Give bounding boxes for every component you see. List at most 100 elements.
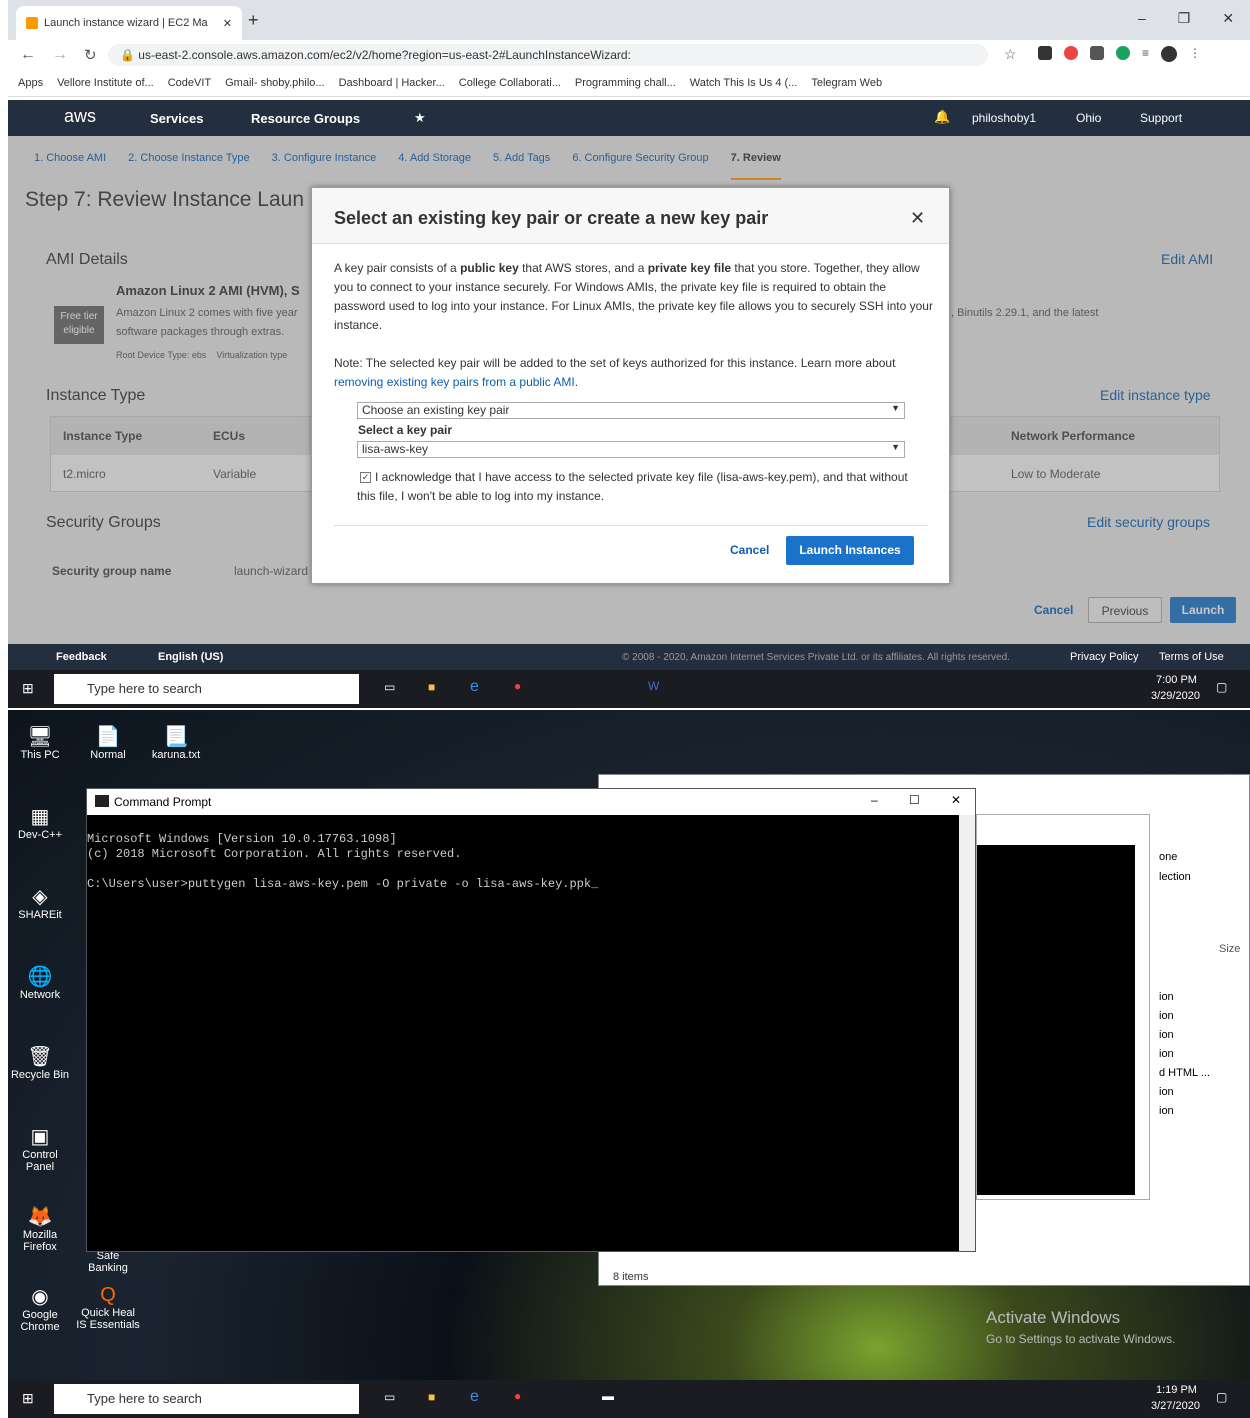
menu-icon[interactable]: ⋮ <box>1189 46 1201 62</box>
dialog-divider <box>334 525 928 526</box>
back-icon[interactable]: ← <box>20 46 36 64</box>
reading-list-icon[interactable]: ≡ <box>1142 46 1149 62</box>
desktop-icon-normal[interactable]: 📄 Normal <box>76 724 140 761</box>
explorer-list-item[interactable]: ion <box>1159 1086 1174 1098</box>
explorer-side-item[interactable]: one <box>1159 851 1177 863</box>
reload-icon[interactable]: ↻ <box>84 46 97 64</box>
cmd-minimize-icon[interactable]: – <box>871 793 878 807</box>
support-menu[interactable]: Support <box>1140 111 1182 125</box>
bookmark-watch[interactable]: Watch This Is Us 4 (... <box>690 77 798 89</box>
address-bar[interactable]: 🔒 us-east-2.console.aws.amazon.com/ec2/v… <box>108 44 988 66</box>
windows-start-icon[interactable]: ⊞ <box>22 680 34 697</box>
notification-icon[interactable]: ▢ <box>1216 1390 1227 1404</box>
file-explorer-icon[interactable]: ■ <box>428 1390 435 1404</box>
extension-s-icon[interactable] <box>1038 46 1052 60</box>
normal-label: Normal <box>90 749 126 761</box>
region-menu[interactable]: Ohio <box>1076 111 1101 125</box>
bookmark-star-icon[interactable]: ☆ <box>1004 46 1017 63</box>
desktop-icon-safe-banking[interactable]: Safe Banking <box>76 1250 140 1274</box>
edge-icon[interactable]: e <box>470 1388 479 1406</box>
desktop-icon-network[interactable]: 🌐 Network <box>8 964 72 1001</box>
dialog-cancel-button[interactable]: Cancel <box>730 543 769 557</box>
privacy-link[interactable]: Privacy Policy <box>1070 651 1138 663</box>
new-tab-button[interactable]: + <box>248 10 259 31</box>
note-link[interactable]: removing existing key pairs from a publi… <box>334 375 575 389</box>
shareit-icon: ◈ <box>32 886 48 908</box>
desktop-icon-firefox[interactable]: 🦊 Mozilla Firefox <box>8 1204 72 1253</box>
bookmark-gmail[interactable]: Gmail- shoby.philo... <box>225 77 324 89</box>
desktop-icon-devcpp[interactable]: ▦ Dev-C++ <box>8 804 72 841</box>
clock-time: 7:00 PM <box>1156 674 1197 686</box>
explorer-list-item[interactable]: ion <box>1159 991 1174 1003</box>
devcpp-label: Dev-C++ <box>17 829 63 841</box>
explorer-list-item[interactable]: ion <box>1159 1048 1174 1060</box>
taskbar-search[interactable]: Type here to search <box>54 674 359 704</box>
close-dialog-icon[interactable]: ✕ <box>910 208 925 229</box>
desktop-icon-control-panel[interactable]: ▣ Control Panel <box>8 1124 72 1173</box>
bell-icon[interactable]: 🔔 <box>934 109 950 125</box>
task-view-icon[interactable]: ▭ <box>384 1390 395 1404</box>
document-icon: 📄 <box>95 726 121 748</box>
desc-private-key: private key file <box>647 261 732 275</box>
taskbar-search[interactable]: Type here to search <box>54 1384 359 1414</box>
bookmark-telegram[interactable]: Telegram Web <box>811 77 882 89</box>
file-explorer-icon[interactable]: ■ <box>428 680 435 694</box>
pin-icon[interactable]: ★ <box>414 110 426 126</box>
launch-instances-button[interactable]: Launch Instances <box>786 536 914 565</box>
bookmark-vit[interactable]: Vellore Institute of... <box>57 77 154 89</box>
language-link[interactable]: English (US) <box>158 651 223 663</box>
text-file-icon: 📃 <box>163 726 189 748</box>
cmd-titlebar: Command Prompt – ☐ ✕ <box>87 789 975 815</box>
task-view-icon[interactable]: ▭ <box>384 680 395 694</box>
explorer-side-item[interactable]: lection <box>1159 871 1191 883</box>
recycle-bin-label: Recycle Bin <box>10 1069 70 1081</box>
bookmark-programming[interactable]: Programming chall... <box>575 77 676 89</box>
desktop-icon-chrome[interactable]: ◉ Google Chrome <box>8 1284 72 1333</box>
close-icon[interactable]: ✕ <box>1222 10 1234 27</box>
cmd-line: Microsoft Windows [Version 10.0.17763.10… <box>87 832 397 846</box>
profile-icon[interactable] <box>1161 46 1178 62</box>
explorer-list-item[interactable]: ion <box>1159 1105 1174 1117</box>
explorer-list-item[interactable]: d HTML ... <box>1159 1067 1210 1079</box>
notification-icon[interactable]: ▢ <box>1216 680 1227 694</box>
feedback-link[interactable]: Feedback <box>56 651 107 663</box>
desktop-screenshot: 🖥 This PC 📄 Normal 📃 karuna.txt ▦ Dev-C++ ◈ S… <box>8 710 1250 1418</box>
minimize-icon[interactable]: – <box>1138 10 1146 27</box>
forward-icon[interactable]: → <box>52 46 68 64</box>
cmd-output[interactable]: Microsoft Windows [Version 10.0.17763.10… <box>87 815 957 1251</box>
close-tab-icon[interactable]: ✕ <box>223 17 232 30</box>
key-pair-mode-select[interactable]: Choose an existing key pair ▼ <box>357 402 905 419</box>
extension-green-icon[interactable] <box>1116 46 1130 60</box>
bookmark-college[interactable]: College Collaborati... <box>459 77 561 89</box>
desktop-icon-shareit[interactable]: ◈ SHAREit <box>8 884 72 921</box>
desktop-icon-quickheal[interactable]: Q Quick Heal IS Essentials <box>76 1284 140 1331</box>
extension-shield-icon[interactable] <box>1090 46 1104 60</box>
bookmark-codevit[interactable]: CodeVIT <box>168 77 211 89</box>
cmd-taskbar-icon[interactable]: ▬ <box>602 1389 614 1403</box>
services-menu[interactable]: Services <box>150 111 204 126</box>
bookmark-hacker[interactable]: Dashboard | Hacker... <box>339 77 445 89</box>
browser-tab[interactable]: Launch instance wizard | EC2 Ma ✕ <box>16 6 242 40</box>
terms-link[interactable]: Terms of Use <box>1159 651 1224 663</box>
chrome-icon[interactable]: ● <box>514 1389 521 1403</box>
edge-icon[interactable]: e <box>470 678 479 696</box>
key-pair-select[interactable]: lisa-aws-key ▼ <box>357 441 905 458</box>
restore-icon[interactable]: ❐ <box>1178 10 1191 27</box>
cmd-maximize-icon[interactable]: ☐ <box>909 793 920 807</box>
aws-logo[interactable]: aws <box>64 106 96 127</box>
cmd-close-icon[interactable]: ✕ <box>951 793 961 807</box>
desktop-icon-this-pc[interactable]: 🖥 This PC <box>8 724 72 761</box>
note-text: Note: The selected key pair will be adde… <box>334 356 896 370</box>
explorer-list-item[interactable]: ion <box>1159 1029 1174 1041</box>
desktop-icon-karuna[interactable]: 📃 karuna.txt <box>144 724 208 761</box>
bookmark-apps[interactable]: Apps <box>18 77 43 89</box>
resource-groups-menu[interactable]: Resource Groups <box>251 111 360 126</box>
word-icon[interactable]: W <box>648 679 659 693</box>
desktop-icon-recycle-bin[interactable]: 🗑 Recycle Bin <box>8 1044 72 1081</box>
chrome-icon[interactable]: ● <box>514 679 521 693</box>
extension-red-icon[interactable] <box>1064 46 1078 60</box>
windows-start-icon[interactable]: ⊞ <box>22 1390 34 1407</box>
cmd-scrollbar[interactable] <box>959 815 975 1251</box>
user-menu[interactable]: philoshoby1 <box>972 111 1036 125</box>
explorer-list-item[interactable]: ion <box>1159 1010 1174 1022</box>
